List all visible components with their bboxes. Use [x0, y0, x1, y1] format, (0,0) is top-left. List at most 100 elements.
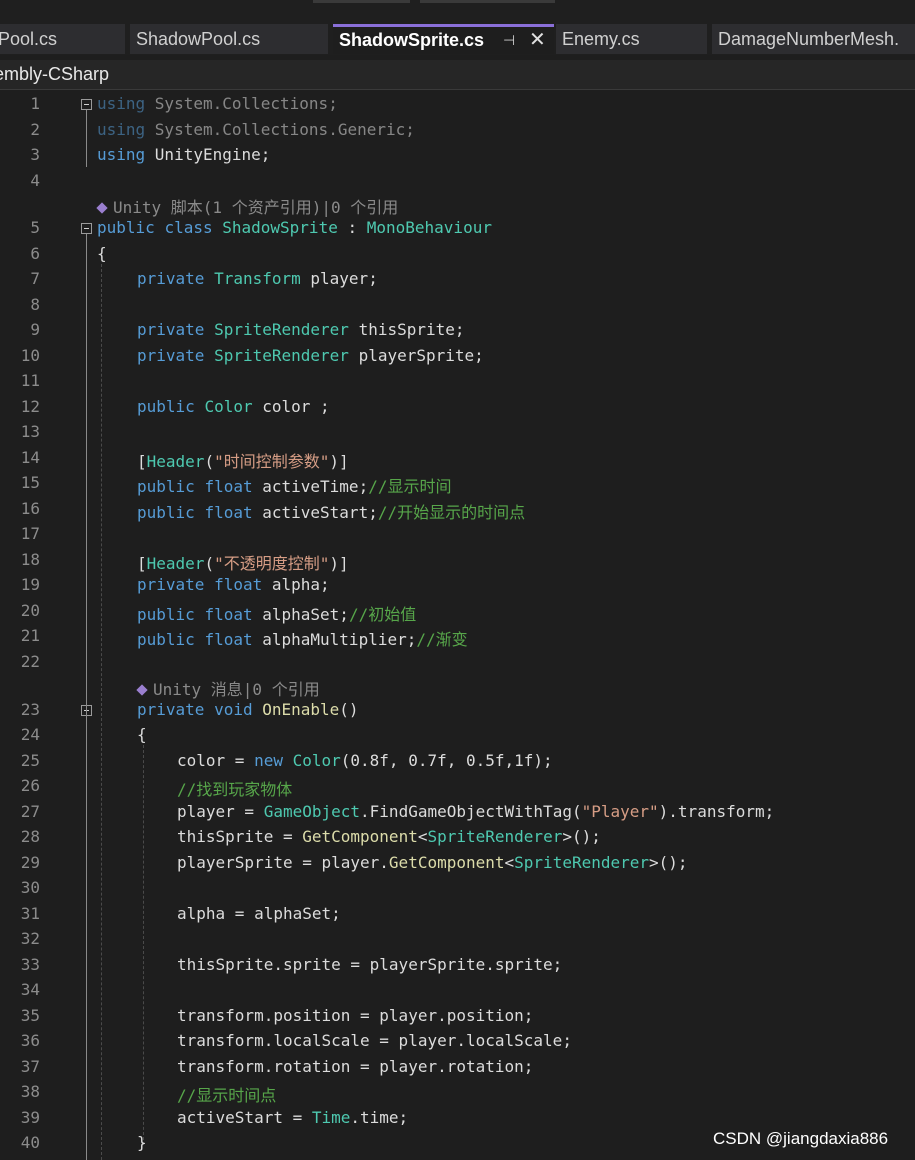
unity-icon: [136, 684, 148, 696]
code-token: thisSprite =: [177, 827, 303, 846]
line-number: 26: [20, 776, 40, 795]
code-line[interactable]: color = new Color(0.8f, 0.7f, 0.5f,1f);: [177, 751, 553, 770]
code-token: playerSprite;: [358, 346, 484, 365]
code-token: <: [504, 853, 515, 872]
code-line[interactable]: using UnityEngine;: [97, 145, 270, 164]
line-number: 1: [30, 94, 40, 113]
fold-toggle-class[interactable]: [81, 223, 92, 234]
outline-guide: [86, 110, 87, 167]
code-line[interactable]: activeStart = Time.time;: [177, 1108, 408, 1127]
code-line[interactable]: transform.rotation = player.rotation;: [177, 1057, 533, 1076]
close-icon[interactable]: ✕: [529, 27, 546, 54]
tab-label: ShadowPool.cs: [136, 29, 261, 49]
type-token: SpriteRenderer: [514, 853, 650, 872]
watermark: CSDN @jiangdaxia886: [713, 1129, 889, 1148]
tab-label: ShadowSprite.cs: [339, 30, 485, 50]
title-bar: [0, 0, 915, 22]
code-line[interactable]: private SpriteRenderer playerSprite;: [137, 346, 484, 365]
code-token: (0.8f, 0.7f, 0.5f,1f);: [340, 751, 553, 770]
outline-guide: [86, 716, 87, 1149]
code-line[interactable]: alpha = alphaSet;: [177, 904, 341, 923]
code-line[interactable]: transform.position = player.position;: [177, 1006, 533, 1025]
tab-shadowsprite[interactable]: ShadowSprite.cs ⊣ ✕: [333, 24, 554, 54]
tab-damagenumbermesh[interactable]: DamageNumberMesh.: [712, 24, 915, 54]
code-line[interactable]: private float alpha;: [137, 575, 330, 594]
fold-toggle-usings[interactable]: [81, 99, 92, 110]
code-line[interactable]: //找到玩家物体: [177, 776, 292, 800]
type-token: Time: [311, 1108, 351, 1127]
line-number: 38: [20, 1082, 40, 1101]
code-line[interactable]: player = GameObject.FindGameObjectWithTa…: [177, 802, 774, 821]
keyword-token: private: [137, 700, 215, 719]
method-token: GetComponent: [302, 827, 418, 846]
code-token: transform.localScale = player.localScale…: [177, 1031, 572, 1050]
code-line[interactable]: private void OnEnable(): [137, 700, 359, 719]
line-number: 19: [20, 575, 40, 594]
document-tab-bar: Pool.cs ShadowPool.cs ShadowSprite.cs ⊣ …: [0, 22, 915, 55]
code-token: thisSprite.sprite = playerSprite.sprite;: [177, 955, 563, 974]
tab-label: Pool.cs: [0, 29, 58, 49]
code-token: activeStart =: [177, 1108, 312, 1127]
keyword-token: class: [164, 218, 223, 237]
code-line[interactable]: private Transform player;: [137, 269, 378, 288]
code-line[interactable]: public float activeStart;//开始显示的时间点: [137, 499, 525, 523]
code-token: .FindGameObjectWithTag(: [360, 802, 582, 821]
code-token: activeStart;: [262, 503, 378, 522]
line-number: 39: [20, 1108, 40, 1127]
code-token: (: [204, 452, 215, 471]
code-line[interactable]: playerSprite = player.GetComponent<Sprit…: [177, 853, 688, 872]
codelens-class[interactable]: Unity 脚本(1 个资产引用)|0 个引用: [96, 194, 398, 218]
codelens-text: Unity 消息|0 个引用: [153, 680, 320, 699]
code-token: (: [204, 554, 215, 573]
tab-pool[interactable]: Pool.cs: [0, 24, 125, 54]
comment-token: //找到玩家物体: [177, 780, 293, 799]
indent-guide: [143, 745, 144, 1145]
code-token: {: [137, 725, 147, 744]
keyword-token: public: [137, 477, 205, 496]
line-number: 32: [20, 929, 40, 948]
code-line[interactable]: public float alphaMultiplier;//渐变: [137, 626, 468, 650]
keyword-token: new: [254, 751, 293, 770]
type-token: ShadowSprite: [222, 218, 348, 237]
tab-enemy[interactable]: Enemy.cs: [556, 24, 707, 54]
keyword-token: float: [204, 477, 263, 496]
line-number: 18: [20, 550, 40, 569]
line-number: 20: [20, 601, 40, 620]
code-line[interactable]: public float activeTime;//显示时间: [137, 473, 451, 497]
code-line[interactable]: //显示时间点: [177, 1082, 276, 1106]
toolbar-stub: [420, 0, 555, 3]
code-line[interactable]: public class ShadowSprite : MonoBehaviou…: [97, 218, 492, 237]
code-token: thisSprite;: [358, 320, 465, 339]
keyword-token: private: [137, 575, 215, 594]
codelens-method[interactable]: Unity 消息|0 个引用: [136, 676, 320, 700]
keyword-token: float: [204, 605, 263, 624]
code-editor[interactable]: Unity 脚本(1 个资产引用)|0 个引用 Unity 消息|0 个引用 1 us…: [0, 90, 915, 1160]
code-line[interactable]: thisSprite = GetComponent<SpriteRenderer…: [177, 827, 601, 846]
tab-label: Enemy.cs: [562, 29, 640, 49]
tab-shadowpool[interactable]: ShadowPool.cs: [130, 24, 328, 54]
code-line[interactable]: using System.Collections.Generic;: [97, 120, 415, 139]
code-line[interactable]: }: [137, 1133, 147, 1152]
project-dropdown[interactable]: embly-CSharp: [0, 60, 915, 90]
line-number: 30: [20, 878, 40, 897]
code-line[interactable]: public Color color ;: [137, 397, 330, 416]
code-line[interactable]: using System.Collections;: [97, 94, 338, 113]
line-number: 28: [20, 827, 40, 846]
code-token: color ;: [262, 397, 330, 416]
keyword-token: public: [97, 218, 165, 237]
keyword-token: float: [204, 503, 263, 522]
code-token: :: [347, 218, 367, 237]
code-line[interactable]: public float alphaSet;//初始值: [137, 601, 416, 625]
code-line[interactable]: [Header("时间控制参数")]: [137, 448, 349, 472]
pin-icon[interactable]: ⊣: [503, 27, 515, 54]
code-line[interactable]: transform.localScale = player.localScale…: [177, 1031, 572, 1050]
code-line[interactable]: private SpriteRenderer thisSprite;: [137, 320, 465, 339]
code-line[interactable]: [Header("不透明度控制")]: [137, 550, 349, 574]
keyword-token: public: [137, 605, 205, 624]
code-line[interactable]: {: [137, 725, 147, 744]
code-line[interactable]: thisSprite.sprite = playerSprite.sprite;: [177, 955, 562, 974]
line-number: 16: [20, 499, 40, 518]
line-number: 2: [30, 120, 40, 139]
code-line[interactable]: {: [97, 244, 107, 263]
line-number: 31: [20, 904, 40, 923]
